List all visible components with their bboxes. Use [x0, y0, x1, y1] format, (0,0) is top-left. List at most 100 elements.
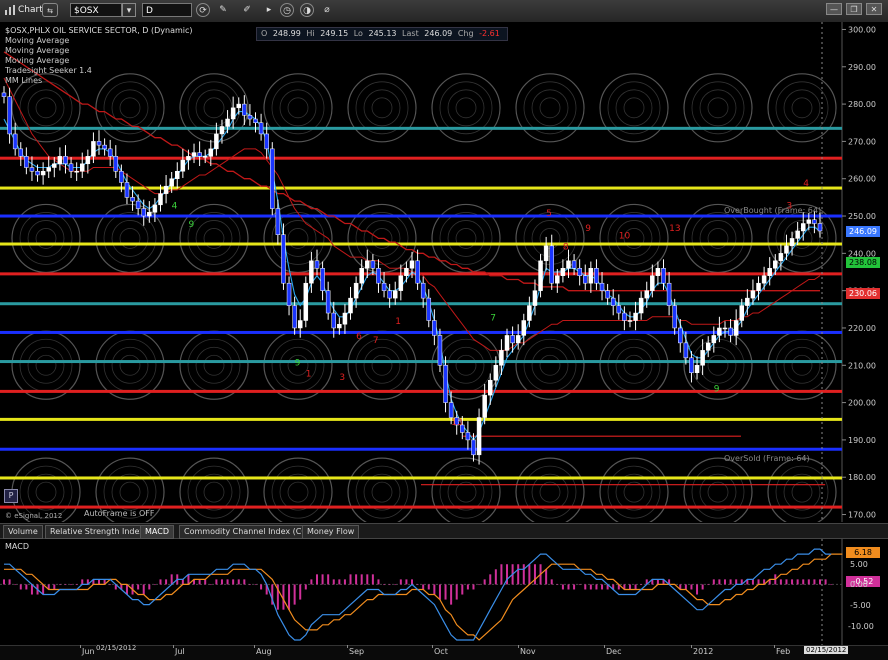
tab-money-flow[interactable]: Money Flow [302, 525, 360, 539]
macd-histogram-bar [181, 579, 184, 585]
mm-line [0, 302, 842, 306]
y-tick-label: 180.00 [848, 473, 876, 482]
high-label: Hi [306, 29, 315, 38]
macd-histogram-bar [522, 564, 525, 585]
macd-chart[interactable] [0, 539, 888, 645]
macd-histogram-bar [567, 584, 570, 590]
candle-body [202, 156, 208, 158]
macd-histogram-bar [42, 584, 45, 595]
macd-histogram-bar [64, 584, 67, 586]
candle-body [638, 297, 644, 314]
candle-body [230, 107, 236, 120]
tab-cci[interactable]: Commodity Channel Index (CCI) [179, 525, 318, 539]
macd-histogram-bar [718, 579, 721, 585]
interval-input[interactable]: D [142, 3, 192, 17]
candle-body [678, 327, 683, 344]
macd-histogram-bar [299, 584, 302, 600]
macd-histogram-bar [53, 584, 56, 590]
candle-body [404, 268, 409, 276]
candle-body [392, 290, 398, 299]
candle-body [337, 323, 342, 329]
low-value: 245.13 [368, 29, 397, 38]
x-axis-tick [173, 645, 174, 648]
close-icon[interactable]: ✕ [866, 3, 882, 15]
candle-body [348, 297, 353, 314]
macd-histogram-bar [779, 579, 782, 585]
candle-body [610, 297, 616, 306]
legend-title: $OSX,PHLX OIL SERVICE SECTOR, D (Dynamic… [5, 26, 193, 35]
pencil-icon[interactable]: ✎ [216, 3, 230, 17]
symbol-input[interactable]: $OSX [70, 3, 122, 17]
candle-body [672, 305, 677, 329]
macd-histogram-bar [601, 584, 604, 590]
candle-body [812, 219, 817, 224]
brush-icon[interactable]: ✐ [240, 3, 254, 17]
candle-body [627, 320, 633, 322]
macd-histogram-bar [483, 579, 486, 585]
play-icon[interactable]: ▸ [262, 3, 276, 17]
macd-histogram-bar [288, 584, 291, 610]
x-axis-tick [774, 645, 775, 648]
tab-volume[interactable]: Volume [3, 525, 43, 539]
candle-body [365, 260, 370, 269]
macd-histogram-bar [293, 584, 296, 605]
overbought-label: OverBought (Frame: 64) [724, 206, 822, 215]
setup-count-label: 8 [563, 243, 569, 253]
macd-histogram-bar [232, 579, 235, 585]
macd-histogram-bar [187, 574, 190, 585]
candle-body [135, 200, 141, 209]
autoframe-label: AutoFrame is OFF [84, 509, 155, 518]
candle-body [622, 312, 627, 321]
p-button[interactable]: P [4, 489, 18, 503]
candle-body [52, 163, 57, 168]
candle-body [147, 212, 152, 217]
candle-body [191, 152, 197, 157]
macd-histogram-bar [824, 579, 827, 585]
minimize-icon[interactable]: — [826, 3, 842, 15]
macd-histogram-bar [796, 579, 799, 585]
macd-histogram-bar [304, 584, 307, 590]
candle-body [370, 260, 376, 269]
setup-count-label: 1 [306, 369, 312, 379]
macd-histogram-bar [349, 574, 352, 585]
candle-body [331, 312, 337, 329]
macd-histogram-bar [830, 584, 833, 586]
macd-histogram-bar [550, 579, 553, 585]
brush-tool-icon[interactable]: ⌀ [320, 3, 334, 17]
macd-histogram-bar [321, 574, 324, 585]
link-icon[interactable]: ⇆ [42, 3, 58, 17]
macd-histogram-bar [109, 584, 112, 586]
mm-line [0, 417, 842, 421]
candle-body [795, 230, 800, 239]
tab-rsi[interactable]: Relative Strength Index [45, 525, 149, 539]
candle-body [756, 282, 761, 291]
candle-body [538, 260, 543, 291]
timer-icon[interactable]: ◷ [280, 3, 294, 17]
candle-body [325, 290, 331, 314]
candle-body [532, 290, 538, 306]
dropdown-icon[interactable]: ▾ [122, 3, 136, 17]
mm-line [0, 126, 842, 130]
x-axis-label: Jun [82, 647, 95, 656]
oversold-label: OverSold (Frame: 64) [724, 454, 810, 463]
candle-body [7, 96, 12, 135]
candle-body [320, 268, 325, 291]
candle-body [225, 118, 230, 127]
candle-body [180, 159, 186, 172]
setup-count-label: 1 [395, 317, 401, 327]
restore-icon[interactable]: ❐ [846, 3, 862, 15]
macd-histogram-bar [310, 579, 313, 585]
setup-count-label: 4 [172, 202, 178, 212]
tab-macd[interactable]: MACD [140, 525, 174, 539]
eraser-icon[interactable]: ◑ [300, 3, 314, 17]
candle-body [420, 282, 426, 299]
y-tick-label: 270.00 [848, 137, 876, 146]
y-tick-label: 290.00 [848, 63, 876, 72]
candle-body [242, 103, 247, 116]
candle-body [286, 282, 292, 306]
candle-body [443, 365, 448, 403]
macd-histogram-bar [684, 584, 687, 590]
candle-body [689, 357, 694, 373]
refresh-icon[interactable]: ⟳ [196, 3, 210, 17]
price-chart[interactable]: 170.00 180.00 190.00 200.00 210.00 220.00 230.… [0, 22, 888, 522]
